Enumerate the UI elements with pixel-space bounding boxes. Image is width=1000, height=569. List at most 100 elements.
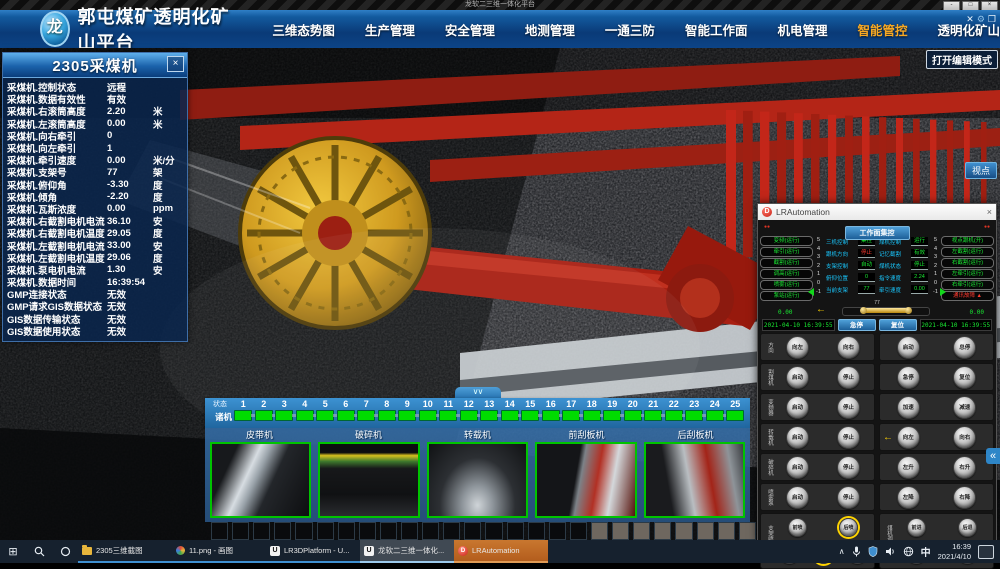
control-button[interactable]: 停止 xyxy=(837,366,860,389)
control-button[interactable]: 启动 xyxy=(786,486,809,509)
status-pill-button[interactable]: 牵引(运行) xyxy=(760,247,813,257)
ime-indicator[interactable]: 中 xyxy=(921,544,931,559)
control-button[interactable]: 向右 xyxy=(837,336,860,359)
thumbnail-filmstrip xyxy=(205,522,756,540)
nav-item[interactable]: 机电管理 xyxy=(777,20,827,39)
tray-chevron-icon[interactable]: ∧ xyxy=(839,547,845,556)
filmstrip-tile xyxy=(675,522,692,540)
status-pill-button[interactable]: 变频(运行) xyxy=(760,236,813,246)
control-button[interactable]: 右升 xyxy=(953,456,976,479)
filmstrip-tile xyxy=(232,522,249,540)
support-number: 7 xyxy=(364,399,369,410)
taskbar-item[interactable]: DLRAutomation xyxy=(454,540,548,563)
reset-button[interactable]: 复位 xyxy=(879,319,917,331)
estop-button[interactable]: 急停 xyxy=(838,319,876,331)
taskbar-item[interactable]: ULR3DPlatform - U... xyxy=(266,540,360,563)
control-button[interactable]: 启动 xyxy=(897,336,920,359)
volume-icon[interactable] xyxy=(885,546,896,557)
nav-item[interactable]: 一通三防 xyxy=(605,20,655,39)
taskbar-item[interactable]: 2305三维截图 xyxy=(78,540,172,563)
control-button[interactable]: 向左 xyxy=(786,336,809,359)
security-shield-icon[interactable] xyxy=(868,546,878,557)
control-button[interactable]: 左升 xyxy=(897,456,920,479)
status-pill-button[interactable]: 调高(运行) xyxy=(760,269,813,279)
status-pill-button[interactable]: 左牵引(运行) xyxy=(941,269,994,279)
taskbar-item[interactable]: 11.png - 画图 xyxy=(172,540,266,563)
control-button[interactable]: 启动 xyxy=(786,456,809,479)
status-cell-value: 2.24 xyxy=(911,273,928,282)
control-button[interactable]: 前喷 xyxy=(788,518,807,537)
status-pill-button[interactable]: 左截割(运行) xyxy=(941,247,994,257)
control-button[interactable]: 前进 xyxy=(907,518,926,537)
tool-gear-icon[interactable]: ⚙ xyxy=(977,13,985,25)
control-button[interactable]: 复位 xyxy=(953,366,976,389)
position-slider[interactable]: 0.00 ← 77 0.00 xyxy=(764,302,990,317)
data-value: 2.20 xyxy=(107,106,153,117)
tray-clock[interactable]: 16:39 2021/4/10 xyxy=(938,542,971,562)
microphone-icon[interactable] xyxy=(852,546,861,557)
camera-thumbnail[interactable] xyxy=(427,442,528,518)
close-icon[interactable]: × xyxy=(987,207,992,217)
nav-item[interactable]: 智能工作面 xyxy=(685,20,748,39)
camera-thumbnail[interactable] xyxy=(535,442,636,518)
slider-handle[interactable] xyxy=(864,308,908,313)
slider-track[interactable] xyxy=(842,307,930,316)
collapse-panel-button[interactable]: « xyxy=(986,448,1000,464)
tool-wrench-icon[interactable]: ✕ xyxy=(966,13,974,25)
workface-control-tab[interactable]: 工作面集控 xyxy=(845,226,910,240)
nav-item[interactable]: 三维态势图 xyxy=(272,20,335,39)
nav-item[interactable]: 地测管理 xyxy=(525,20,575,39)
status-cell-value: 停止 xyxy=(911,261,928,270)
tool-screen-icon[interactable]: ❒ xyxy=(988,13,996,25)
control-button[interactable]: 启动 xyxy=(786,396,809,419)
support-number: 13 xyxy=(484,399,494,410)
control-button[interactable]: 启动 xyxy=(786,426,809,449)
control-button[interactable]: 启动 xyxy=(786,366,809,389)
support-status-cell: 22 xyxy=(664,399,685,421)
control-button[interactable]: 左降 xyxy=(897,486,920,509)
notification-center-icon[interactable] xyxy=(978,545,994,559)
control-button[interactable]: 停止 xyxy=(837,456,860,479)
camera-thumbnail[interactable] xyxy=(644,442,745,518)
support-number: 5 xyxy=(323,399,328,410)
status-pill-button[interactable]: 截割(运行) xyxy=(760,258,813,268)
nav-item[interactable]: 生产管理 xyxy=(365,20,415,39)
support-number: 1 xyxy=(241,399,246,410)
status-pill-button[interactable]: 右牵引(运行) xyxy=(941,280,994,290)
control-button[interactable]: 右降 xyxy=(953,486,976,509)
open-edit-mode-button[interactable]: 打开编辑模式 xyxy=(926,50,998,69)
control-button[interactable]: 急停 xyxy=(897,366,920,389)
control-button[interactable]: 停止 xyxy=(837,486,860,509)
status-pill-button[interactable]: 视点跟机(开) xyxy=(941,236,994,246)
nav-item[interactable]: 智能管控 xyxy=(857,20,907,39)
cortana-icon[interactable] xyxy=(52,540,78,563)
control-button[interactable]: 向右 xyxy=(953,426,976,449)
control-button[interactable]: 总停 xyxy=(953,336,976,359)
status-cell-value: 0.00 xyxy=(911,285,928,294)
nav-item[interactable]: 安全管理 xyxy=(445,20,495,39)
status-pill-button[interactable]: 右截割(运行) xyxy=(941,258,994,268)
close-icon[interactable]: × xyxy=(167,56,184,72)
camera-label: 后刮板机 xyxy=(641,428,750,442)
search-icon[interactable] xyxy=(26,540,52,563)
control-button[interactable]: 减速 xyxy=(953,396,976,419)
control-button[interactable]: 停止 xyxy=(837,396,860,419)
status-pill-button[interactable]: 泵站(运行) xyxy=(760,291,813,301)
network-globe-icon[interactable] xyxy=(903,546,914,557)
support-status-cell: 8 xyxy=(377,399,398,421)
taskbar-item[interactable]: U龙软二三维一体化... xyxy=(360,540,454,563)
start-button[interactable]: ⊞ xyxy=(0,540,26,563)
camera-thumbnail[interactable] xyxy=(318,442,419,518)
status-pill-button[interactable]: 喷雾(运行) xyxy=(760,280,813,290)
support-number: 18 xyxy=(587,399,597,410)
control-button[interactable]: 向左 xyxy=(897,426,920,449)
data-value: -3.30 xyxy=(107,179,153,190)
lrautomation-titlebar[interactable]: D LRAutomation × xyxy=(758,204,996,221)
control-button[interactable]: 停止 xyxy=(837,426,860,449)
control-button[interactable]: 后喷 xyxy=(839,518,858,537)
viewpoint-button[interactable]: 视点 xyxy=(965,162,997,179)
alarm-pill-button[interactable]: 通讯故障 ▲ xyxy=(941,291,994,301)
control-button[interactable]: 加速 xyxy=(897,396,920,419)
camera-thumbnail[interactable] xyxy=(210,442,311,518)
control-button[interactable]: 后退 xyxy=(958,518,977,537)
